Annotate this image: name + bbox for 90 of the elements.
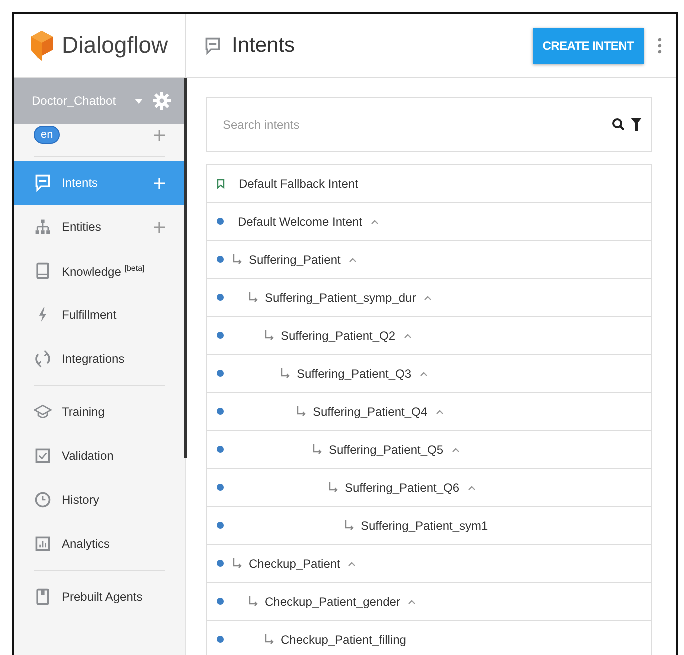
status-dot bbox=[217, 332, 224, 339]
intent-name: Suffering_Patient bbox=[249, 252, 341, 266]
nav-item[interactable]: Integrations bbox=[14, 337, 185, 381]
status-dot bbox=[217, 636, 224, 643]
add-icon[interactable] bbox=[154, 222, 165, 232]
logo-icon bbox=[30, 30, 54, 62]
scrollbar[interactable] bbox=[184, 78, 187, 458]
nav-item[interactable]: Training bbox=[14, 390, 185, 434]
intent-row[interactable]: Suffering_Patient_Q3 bbox=[207, 355, 651, 393]
intent-row[interactable]: Checkup_Patient_filling bbox=[207, 621, 651, 655]
dropdown-caret-icon[interactable] bbox=[135, 98, 143, 104]
intent-name: Default Fallback Intent bbox=[239, 176, 358, 190]
nav-item[interactable]: Fulfillment bbox=[14, 293, 185, 337]
intent-row[interactable]: Suffering_Patient_symp_dur bbox=[207, 279, 651, 317]
intent-row[interactable]: Suffering_Patient_sym1 bbox=[207, 507, 651, 545]
graduation-cap-icon bbox=[34, 403, 52, 421]
chevron-up-icon[interactable] bbox=[404, 332, 412, 338]
intent-name: Suffering_Patient_sym1 bbox=[361, 518, 488, 532]
search-icon[interactable] bbox=[612, 118, 625, 131]
subdirectory-arrow-icon bbox=[344, 520, 355, 532]
status-dot bbox=[217, 598, 224, 605]
book-icon bbox=[34, 262, 52, 280]
subdirectory-arrow-icon bbox=[232, 254, 243, 266]
status-dot bbox=[217, 294, 224, 301]
intent-name: Default Welcome Intent bbox=[238, 214, 363, 228]
chevron-up-icon[interactable] bbox=[452, 446, 460, 452]
nav-item[interactable]: Entities bbox=[14, 205, 185, 249]
chevron-up-icon[interactable] bbox=[468, 484, 476, 490]
intent-row[interactable]: Checkup_Patient bbox=[207, 545, 651, 583]
intent-name: Suffering_Patient_Q3 bbox=[297, 366, 412, 380]
status-dot bbox=[217, 218, 224, 225]
intent-row[interactable]: Default Fallback Intent bbox=[207, 165, 651, 203]
subdirectory-arrow-icon bbox=[328, 482, 339, 494]
nav-item[interactable]: History bbox=[14, 478, 185, 522]
bar-chart-icon bbox=[34, 535, 52, 553]
chevron-up-icon[interactable] bbox=[408, 598, 416, 604]
subdirectory-arrow-icon bbox=[248, 596, 259, 608]
subdirectory-arrow-icon bbox=[280, 368, 291, 380]
status-dot bbox=[217, 484, 224, 491]
intent-name: Checkup_Patient bbox=[249, 556, 340, 570]
nav-item[interactable]: Analytics bbox=[14, 522, 185, 566]
bookmark-book-icon bbox=[34, 588, 52, 606]
subdirectory-arrow-icon bbox=[312, 444, 323, 456]
subdirectory-arrow-icon bbox=[264, 634, 275, 646]
filter-icon[interactable] bbox=[631, 118, 642, 131]
intent-row[interactable]: Default Welcome Intent bbox=[207, 203, 651, 241]
hierarchy-icon bbox=[34, 218, 52, 236]
clock-icon bbox=[34, 491, 52, 509]
intent-name: Checkup_Patient_gender bbox=[265, 594, 400, 608]
status-dot bbox=[217, 370, 224, 377]
intent-name: Suffering_Patient_Q5 bbox=[329, 442, 444, 456]
chevron-up-icon[interactable] bbox=[436, 408, 444, 414]
intent-name: Checkup_Patient_filling bbox=[281, 632, 406, 646]
search-field[interactable]: Search intents bbox=[206, 97, 652, 152]
status-dot bbox=[217, 446, 224, 453]
nav-item[interactable]: Prebuilt Agents bbox=[14, 575, 185, 619]
intent-name: Suffering_Patient_symp_dur bbox=[265, 290, 416, 304]
subdirectory-arrow-icon bbox=[264, 330, 275, 342]
intent-row[interactable]: Suffering_Patient_Q4 bbox=[207, 393, 651, 431]
status-dot bbox=[217, 560, 224, 567]
chevron-up-icon[interactable] bbox=[348, 256, 357, 262]
chevron-up-icon[interactable] bbox=[424, 294, 432, 300]
chat-bubble-icon bbox=[34, 174, 52, 192]
intent-row[interactable]: Suffering_Patient_Q2 bbox=[207, 317, 651, 355]
nav-item[interactable]: Validation bbox=[14, 434, 185, 478]
intent-name: Suffering_Patient_Q4 bbox=[313, 404, 428, 418]
status-dot bbox=[217, 408, 224, 415]
intent-name: Suffering_Patient_Q2 bbox=[281, 328, 396, 342]
status-dot bbox=[217, 522, 224, 529]
subdirectory-arrow-icon bbox=[232, 558, 243, 570]
sync-icon bbox=[34, 350, 52, 368]
chevron-up-icon[interactable] bbox=[420, 370, 428, 376]
settings-icon[interactable] bbox=[153, 92, 171, 110]
intent-row[interactable]: Suffering_Patient bbox=[207, 241, 651, 279]
intent-name: Suffering_Patient_Q6 bbox=[345, 480, 460, 494]
chevron-up-icon[interactable] bbox=[348, 560, 356, 566]
nav-item[interactable]: Knowledge $^{[beta]}$ bbox=[14, 249, 185, 293]
page-title: Intents bbox=[232, 34, 296, 58]
chevron-up-icon[interactable] bbox=[370, 218, 379, 224]
status-dot bbox=[217, 256, 224, 263]
intent-row[interactable]: Checkup_Patient_gender bbox=[207, 583, 651, 621]
checkbox-icon bbox=[34, 447, 52, 465]
intent-row[interactable]: Suffering_Patient_Q6 bbox=[207, 469, 651, 507]
subdirectory-arrow-icon bbox=[296, 406, 307, 418]
intent-row[interactable]: Suffering_Patient_Q5 bbox=[207, 431, 651, 469]
subdirectory-arrow-icon bbox=[248, 292, 259, 304]
chat-bubble-icon bbox=[204, 36, 222, 56]
brand-name: Dialogflow bbox=[62, 32, 168, 59]
bookmark-icon bbox=[217, 178, 225, 188]
more-menu-icon[interactable] bbox=[658, 38, 662, 54]
